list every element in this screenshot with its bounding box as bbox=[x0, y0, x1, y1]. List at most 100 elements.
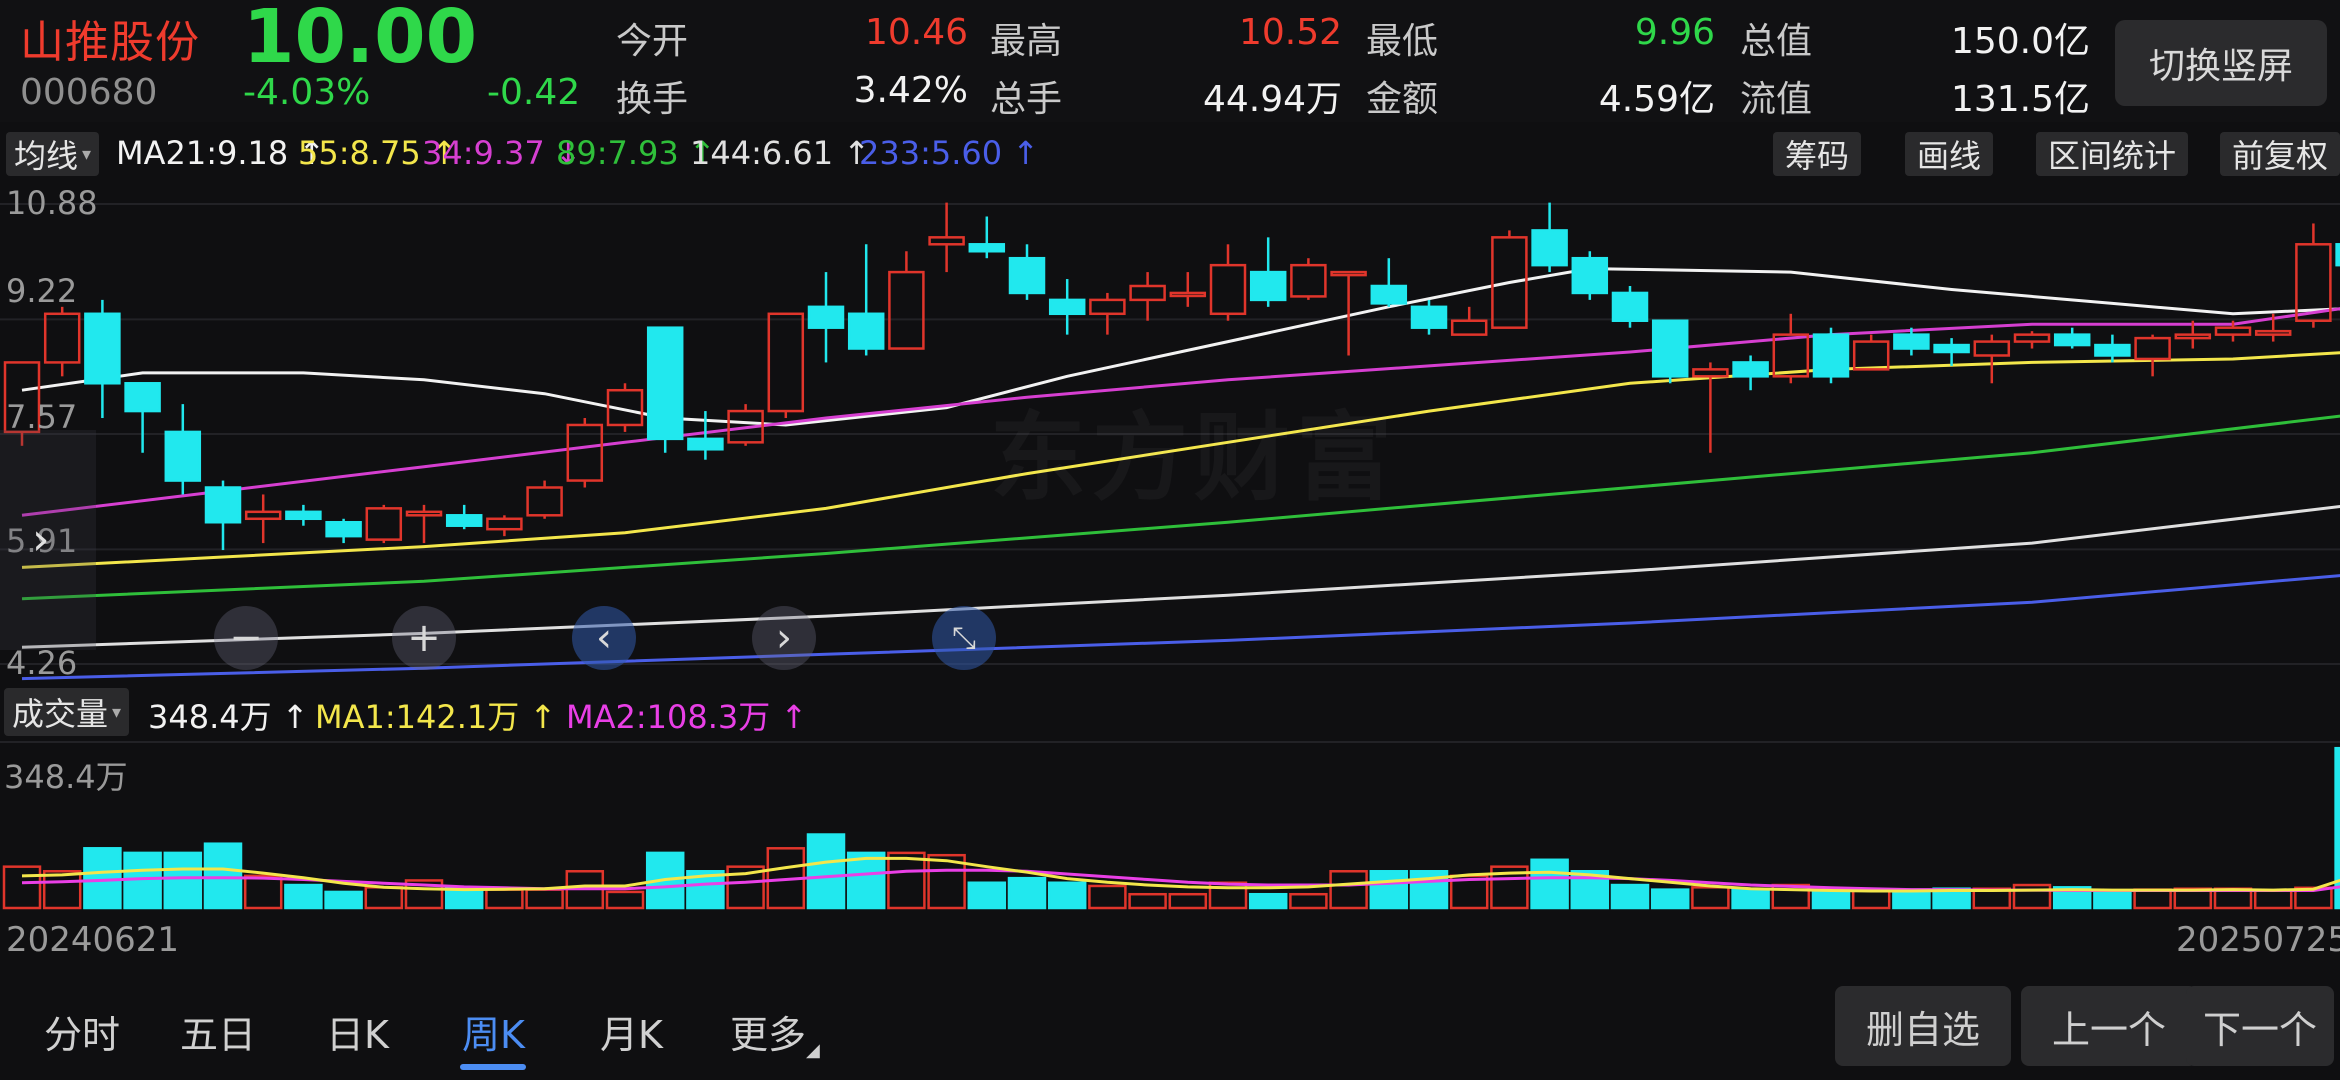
volume-bar bbox=[1047, 881, 1087, 910]
volume-bar bbox=[243, 874, 283, 910]
tab-five-day[interactable]: 五日 bbox=[180, 1004, 256, 1059]
candle-body bbox=[285, 510, 322, 521]
price-axis-label: 10.88 bbox=[6, 184, 98, 222]
range-stats-button[interactable]: 区间统计 bbox=[2036, 132, 2189, 176]
volume-bar bbox=[1530, 858, 1569, 910]
tab-intraday[interactable]: 分时 bbox=[44, 1004, 120, 1059]
candle-body bbox=[1290, 263, 1327, 298]
stock-name: 山推股份 bbox=[20, 17, 200, 68]
chevron-left-icon[interactable]: ‹ bbox=[572, 606, 636, 670]
volume-ma1-line bbox=[21, 856, 2340, 893]
quote-value-high: 10.52 bbox=[1238, 12, 1342, 53]
volume-bar bbox=[42, 870, 82, 910]
candle-body bbox=[1129, 284, 1166, 302]
remove-watchlist-button[interactable]: 删自选 bbox=[1835, 986, 2011, 1066]
candle-body bbox=[1249, 270, 1287, 302]
next-stock-button[interactable]: 下一个 bbox=[2186, 986, 2334, 1066]
candle-body bbox=[2214, 326, 2252, 336]
quote-label-turnover: 换手 bbox=[616, 79, 689, 120]
candle-body bbox=[43, 312, 81, 364]
tab-daily-k[interactable]: 日K bbox=[326, 1004, 389, 1059]
quote-value-turnover: 3.42% bbox=[853, 70, 968, 111]
candle-body bbox=[2094, 343, 2131, 357]
price-axis-label: 9.22 bbox=[6, 272, 78, 310]
candle-body bbox=[244, 510, 282, 521]
volume-bar bbox=[1329, 870, 1368, 910]
candle-body bbox=[1209, 263, 1247, 316]
candle-body bbox=[767, 312, 805, 413]
indicator-selector-dropdown[interactable]: 成交量 ▾ bbox=[4, 688, 130, 736]
volume-ma1-value: MA1:142.1万 bbox=[315, 698, 520, 736]
volume-bar bbox=[1811, 890, 1851, 910]
volume-bar bbox=[2334, 746, 2340, 910]
dropdown-triangle-icon: ▾ bbox=[112, 701, 122, 723]
volume-bar bbox=[1088, 884, 1127, 910]
ma-selector-dropdown[interactable]: 均线 ▾ bbox=[6, 132, 100, 176]
volume-bar bbox=[1610, 883, 1650, 910]
volume-bar bbox=[364, 886, 404, 910]
volume-bar bbox=[1289, 892, 1328, 910]
volume-bar bbox=[324, 890, 363, 910]
candle-body bbox=[1893, 333, 1930, 350]
ma-line-ma233 bbox=[21, 574, 2340, 681]
volume-bar bbox=[1691, 886, 1730, 910]
volume-ma2-value: MA2:108.3万 bbox=[566, 698, 771, 736]
quote-label-amount: 金额 bbox=[1366, 79, 1439, 120]
watermark: 东方财富 bbox=[990, 380, 1398, 519]
ma-legend-item: 233:5.60 ↑ bbox=[859, 134, 1040, 172]
price-adjust-button[interactable]: 前复权 bbox=[2220, 132, 2340, 176]
volume-bar bbox=[967, 881, 1007, 910]
candle-body bbox=[2053, 333, 2091, 347]
volume-bar bbox=[2, 865, 42, 910]
candle-body bbox=[1812, 333, 1850, 378]
candle-body bbox=[124, 382, 161, 413]
volume-bar bbox=[1168, 892, 1208, 910]
volume-ma1-legend: MA1:142.1万 ↑ bbox=[315, 692, 556, 738]
indicator-selector-label: 成交量 bbox=[12, 695, 109, 733]
candle-body bbox=[1531, 229, 1568, 267]
volume-bar bbox=[1128, 892, 1167, 910]
volume-value-legend: 348.4万 ↑ bbox=[148, 692, 309, 738]
ma-selector-label: 均线 bbox=[14, 137, 79, 175]
chevron-right-nav-icon[interactable]: › bbox=[752, 606, 816, 670]
candle-body bbox=[1410, 305, 1448, 329]
candle-body bbox=[1089, 298, 1126, 316]
candle-body bbox=[1732, 361, 1769, 378]
draw-line-button[interactable]: 画线 bbox=[1905, 132, 1994, 176]
quote-value-float-value: 131.5亿 bbox=[1950, 79, 2090, 120]
volume-value: 348.4万 bbox=[148, 698, 272, 736]
ma-legend-item: 144:6.61 ↑ bbox=[690, 134, 871, 172]
volume-value-arrow: ↑ bbox=[281, 698, 309, 736]
chevron-right-icon[interactable]: › bbox=[32, 514, 50, 565]
zoom-out-icon[interactable]: − bbox=[214, 606, 278, 670]
candle-body bbox=[1933, 343, 1970, 354]
candle-body bbox=[1169, 291, 1207, 298]
end-date: 20250725 bbox=[2176, 920, 2340, 960]
volume-chart[interactable] bbox=[0, 740, 2340, 910]
candle-body bbox=[646, 326, 684, 441]
tab-monthly-k[interactable]: 月K bbox=[600, 1004, 663, 1059]
last-price: 10.00 bbox=[243, 0, 478, 80]
chips-button[interactable]: 筹码 bbox=[1773, 132, 1862, 176]
volume-bar bbox=[2133, 888, 2172, 910]
tab-more[interactable]: 更多◢ bbox=[730, 1004, 820, 1061]
quote-label-open: 今开 bbox=[616, 21, 689, 62]
volume-bar bbox=[485, 888, 524, 910]
volume-bar bbox=[1650, 888, 1690, 910]
start-date: 20240621 bbox=[6, 920, 180, 960]
volume-bar bbox=[605, 890, 645, 910]
volume-bar bbox=[806, 833, 846, 910]
candle-body bbox=[325, 520, 362, 538]
collapse-icon[interactable]: ⤡ bbox=[932, 606, 996, 670]
previous-stock-button[interactable]: 上一个 bbox=[2021, 986, 2197, 1066]
tab-weekly-k[interactable]: 周K bbox=[462, 1004, 525, 1059]
volume-bar bbox=[525, 888, 564, 910]
candle-body bbox=[164, 430, 202, 482]
zoom-in-icon[interactable]: + bbox=[392, 606, 456, 670]
switch-portrait-button[interactable]: 切换竖屏 bbox=[2115, 20, 2327, 106]
candle-body bbox=[1651, 319, 1689, 378]
candle-body bbox=[445, 514, 483, 527]
candle-body bbox=[1048, 298, 1086, 316]
candle-body bbox=[928, 236, 965, 246]
candle-body bbox=[2254, 329, 2292, 336]
